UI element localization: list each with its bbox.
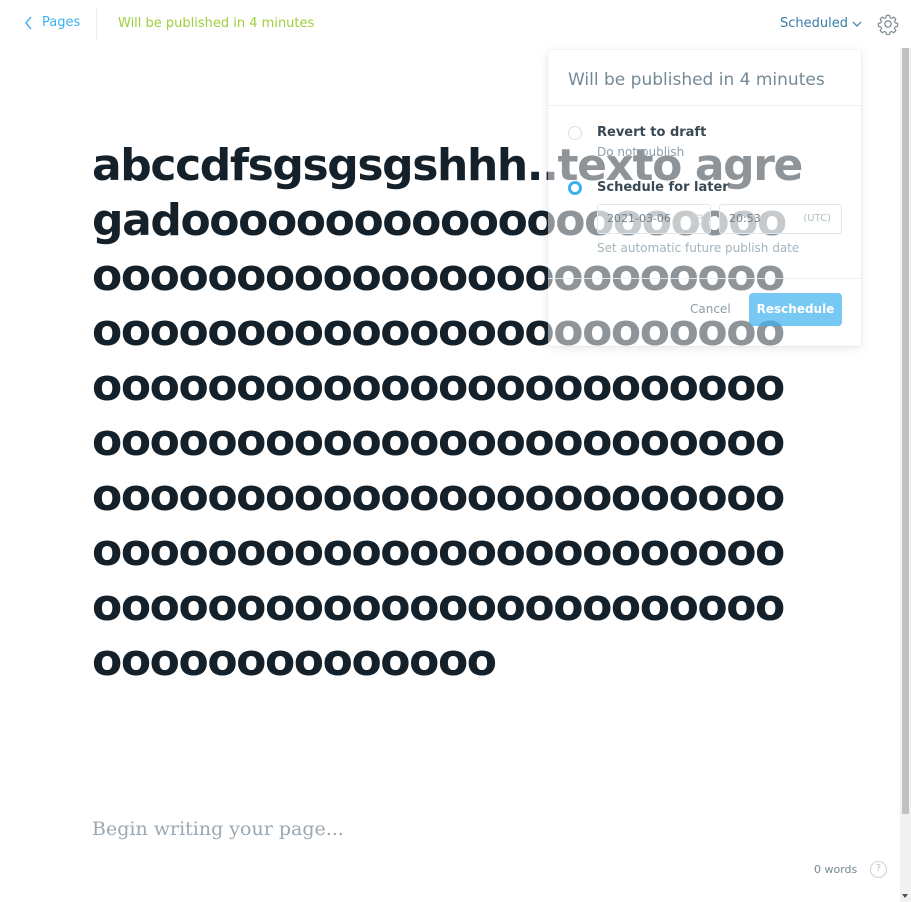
back-to-pages-link[interactable]: Pages xyxy=(24,15,80,30)
publish-status-dropdown-label: Scheduled xyxy=(780,16,848,31)
publish-time-input[interactable]: 20:53 (UTC) xyxy=(719,204,842,234)
chevron-down-icon xyxy=(852,21,862,27)
publish-popover: Will be published in 4 minutes Revert to… xyxy=(548,50,861,346)
topbar-divider xyxy=(96,7,97,41)
scrollbar-thumb[interactable] xyxy=(902,48,909,814)
page-body-editor[interactable]: Begin writing your page... xyxy=(92,818,344,840)
chevron-left-icon xyxy=(25,16,32,29)
schedule-for-later-radio[interactable] xyxy=(568,181,582,195)
timezone-label: (UTC) xyxy=(803,213,831,224)
schedule-for-later-label[interactable]: Schedule for later xyxy=(597,180,729,195)
editor-topbar: Pages Will be published in 4 minutes Sch… xyxy=(0,0,911,48)
revert-to-draft-radio[interactable] xyxy=(568,126,582,140)
popover-title: Will be published in 4 minutes xyxy=(568,70,825,90)
popover-footer-divider xyxy=(548,278,861,279)
publish-date-value: 2021-03-06 xyxy=(607,212,671,225)
revert-to-draft-label[interactable]: Revert to draft xyxy=(597,125,706,140)
gear-icon xyxy=(877,14,899,36)
vertical-scrollbar[interactable] xyxy=(900,48,911,902)
publish-status-dropdown[interactable]: Scheduled xyxy=(780,16,862,31)
help-button[interactable]: ? xyxy=(870,861,887,878)
cancel-button[interactable]: Cancel xyxy=(690,302,731,316)
reschedule-button[interactable]: Reschedule xyxy=(749,293,842,326)
publish-time-value: 20:53 xyxy=(729,212,761,225)
publish-status-text: Will be published in 4 minutes xyxy=(118,16,315,31)
revert-to-draft-description: Do not publish xyxy=(597,145,685,159)
back-link-label: Pages xyxy=(42,15,81,30)
scroll-down-arrow-icon[interactable] xyxy=(902,894,908,898)
popover-header-divider xyxy=(548,105,861,106)
word-count: 0 words xyxy=(814,863,858,876)
schedule-description: Set automatic future publish date xyxy=(597,241,800,255)
settings-menu-button[interactable] xyxy=(877,13,899,36)
publish-date-input[interactable]: 2021-03-06 xyxy=(597,204,711,234)
calendar-icon[interactable] xyxy=(691,213,703,225)
question-mark-icon: ? xyxy=(875,863,882,874)
